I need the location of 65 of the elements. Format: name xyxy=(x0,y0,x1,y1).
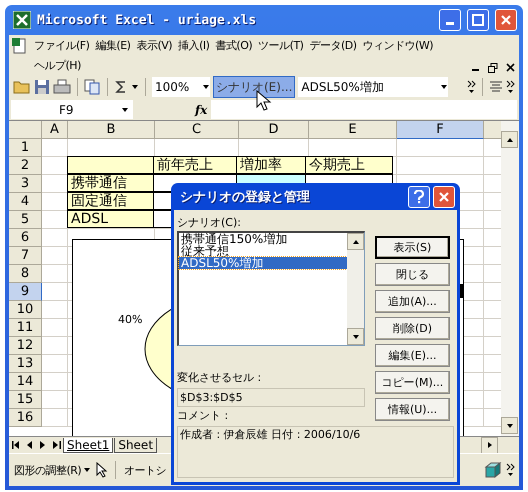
column-header[interactable]: A xyxy=(42,121,68,139)
table-cell: 固定通信 xyxy=(67,192,154,210)
dialog-button[interactable]: 編集(E)... xyxy=(375,344,450,367)
table-cell: 今期売上 xyxy=(305,156,393,174)
zoom-combo[interactable]: 100% xyxy=(152,77,210,97)
window-title: Microsoft Excel - uriage.xls xyxy=(37,12,258,28)
menu-item[interactable]: ファイル(F) xyxy=(33,37,90,55)
row-header[interactable]: 16 xyxy=(9,409,42,427)
changing-cells-label: 変化させるセル : xyxy=(177,371,262,385)
column-header[interactable]: C xyxy=(155,121,239,139)
row-header[interactable]: 14 xyxy=(9,373,42,391)
menu-item[interactable]: 挿入(I) xyxy=(177,37,210,55)
list-label: シナリオ(C): xyxy=(177,216,242,230)
row-header[interactable]: 4 xyxy=(9,193,42,211)
list-item[interactable]: ADSL50%増加 xyxy=(179,257,347,269)
column-header[interactable]: D xyxy=(239,121,309,139)
row-header[interactable]: 6 xyxy=(9,229,42,247)
dialog-title: シナリオの登録と管理 xyxy=(180,188,311,206)
dialog-button[interactable]: 削除(D) xyxy=(375,317,450,340)
dialog-button[interactable]: 表示(S) xyxy=(375,236,450,259)
column-header[interactable]: E xyxy=(309,121,397,139)
column-header[interactable]: B xyxy=(68,121,155,139)
draw-menu[interactable]: 図形の調整(R) xyxy=(13,462,92,478)
comment-label: コメント : xyxy=(177,409,230,423)
menu-item[interactable]: ウィンドウ(W) xyxy=(362,37,434,55)
scenario-combo[interactable]: ADSL50%増加 xyxy=(298,77,448,97)
row-header[interactable]: 15 xyxy=(9,391,42,409)
column-header[interactable]: F xyxy=(397,121,484,139)
sheet-tab[interactable]: Sheet1 xyxy=(63,438,114,452)
insert-function-button[interactable]: fx xyxy=(195,102,208,116)
data-label: 40% xyxy=(118,313,142,326)
menu-item[interactable]: 書式(O) xyxy=(214,37,254,55)
row-header[interactable]: 8 xyxy=(9,265,42,283)
menu-item[interactable]: ヘルプ(H) xyxy=(33,57,82,75)
scenario-button[interactable]: シナリオ(E)... xyxy=(213,76,296,98)
menu-item[interactable]: ツール(T) xyxy=(257,37,304,55)
comment-text: 作成者 : 伊倉辰雄 日付 : 2006/10/6 xyxy=(180,428,360,441)
row-header[interactable]: 1 xyxy=(9,139,42,157)
row-header[interactable]: 2 xyxy=(9,157,42,175)
dialog-button[interactable]: 閉じる xyxy=(375,263,450,286)
list-item[interactable]: 従来予想 xyxy=(179,245,347,257)
table-cell: 増加率 xyxy=(236,156,306,174)
row-header[interactable]: 3 xyxy=(9,175,42,193)
row-header[interactable]: 10 xyxy=(9,301,42,319)
name-box[interactable]: F9 xyxy=(11,100,133,119)
row-header[interactable]: 7 xyxy=(9,247,42,265)
menu-item[interactable]: 編集(E) xyxy=(94,37,132,55)
dialog-button[interactable]: コピー(M)... xyxy=(375,371,450,394)
sheet-tab[interactable]: Sheet xyxy=(114,438,158,452)
dialog-button[interactable]: 情報(U)... xyxy=(375,398,450,421)
changing-cells-field: $D$3:$D$5 xyxy=(177,388,365,407)
row-header[interactable]: 5 xyxy=(9,211,42,229)
row-header[interactable]: 12 xyxy=(9,337,42,355)
row-header[interactable]: 11 xyxy=(9,319,42,337)
table-cell: ADSL xyxy=(67,210,154,228)
row-header[interactable]: 13 xyxy=(9,355,42,373)
menu-item[interactable]: データ(D) xyxy=(308,37,358,55)
list-item[interactable]: 携帯通信150%増加 xyxy=(179,233,347,245)
row-header[interactable]: 9 xyxy=(9,283,42,301)
menu-item[interactable]: 表示(V) xyxy=(135,37,174,55)
table-cell: 前年売上 xyxy=(153,156,237,174)
table-cell: 携帯通信 xyxy=(67,174,154,192)
scenario-list[interactable]: 携帯通信150%増加 従来予想 ADSL50%増加 xyxy=(177,231,365,346)
dialog-button[interactable]: 追加(A)... xyxy=(375,290,450,313)
autoshapes-menu[interactable]: オートシ xyxy=(123,462,168,478)
